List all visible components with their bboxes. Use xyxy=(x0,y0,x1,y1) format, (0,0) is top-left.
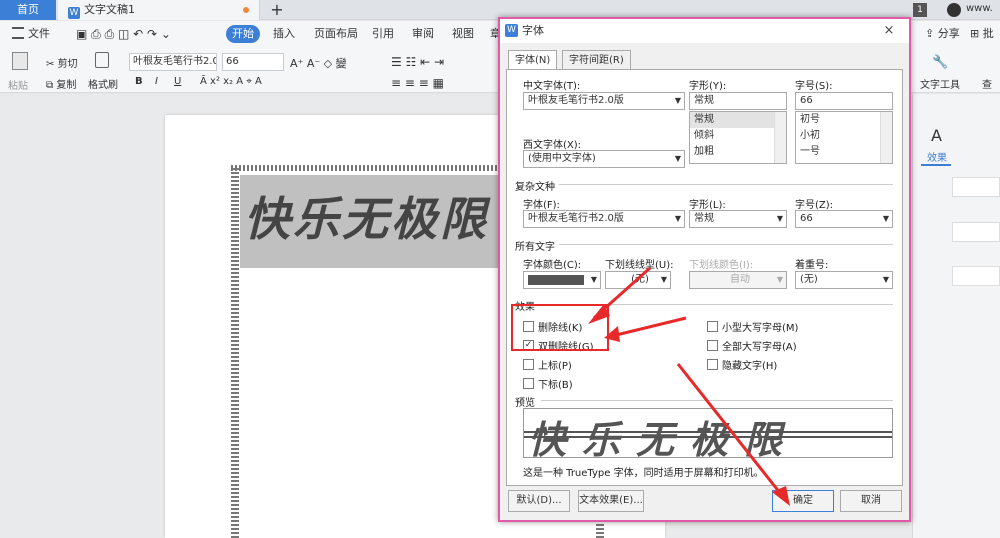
wps-writer-icon: W xyxy=(68,7,80,19)
paste-button[interactable]: 粘贴 xyxy=(8,77,28,92)
effect-option-1[interactable] xyxy=(952,177,1000,197)
annotation-arrows xyxy=(588,266,790,506)
complex-style-dropdown[interactable]: 常规 ▼ xyxy=(689,210,787,228)
list-item[interactable]: 初号 xyxy=(796,112,892,128)
tab-home[interactable]: 首页 xyxy=(0,0,56,20)
complex-size-label: 字号(Z): xyxy=(795,200,834,211)
scrollbar[interactable] xyxy=(880,112,892,163)
batch-icon: ⊞ xyxy=(970,27,983,40)
font-name-combo[interactable]: 叶根友毛笔行书2.0 xyxy=(129,53,217,71)
chevron-down-icon: ▼ xyxy=(674,214,681,223)
menu-review[interactable]: 审阅 xyxy=(412,26,434,42)
effect-option-3[interactable] xyxy=(952,266,1000,286)
chevron-down-icon: ▼ xyxy=(776,214,783,223)
unsaved-dot-icon xyxy=(243,7,249,13)
paste-icon[interactable] xyxy=(12,52,28,70)
complex-font-label: 字体(F): xyxy=(523,200,560,211)
cn-font-dropdown[interactable]: 叶根友毛笔行书2.0版 ▼ xyxy=(523,92,685,110)
complex-section-label: 复杂文种 xyxy=(515,182,555,193)
cn-font-label: 中文字体(T): xyxy=(523,81,581,92)
share-button[interactable]: ⇪ 分享 xyxy=(925,26,960,42)
dialog-title: 字体 xyxy=(522,24,544,37)
arrow-line xyxy=(676,363,786,499)
tab-document[interactable]: W 文字文稿1 xyxy=(58,0,260,20)
menu-icon[interactable] xyxy=(12,27,24,39)
menu-file[interactable]: 文件 xyxy=(28,26,50,42)
text-tools-icon[interactable]: 🔧 xyxy=(932,55,948,70)
chevron-down-icon: ▼ xyxy=(882,275,889,284)
menu-start[interactable]: 开始 xyxy=(226,25,260,43)
size-label: 字号(S): xyxy=(795,81,833,92)
arrow-head-icon xyxy=(772,486,790,506)
underline-button[interactable]: U xyxy=(174,76,181,87)
new-tab-button[interactable]: + xyxy=(268,0,286,20)
margin-marker-left xyxy=(231,168,239,538)
divider xyxy=(559,244,893,245)
menu-layout[interactable]: 页面布局 xyxy=(314,26,358,42)
font-size-combo[interactable]: 66 xyxy=(222,53,284,71)
grow-shrink-font-icons[interactable]: A⁺ A⁻ ◇ 變 xyxy=(290,55,347,71)
batch-button[interactable]: ⊞ 批 xyxy=(970,26,994,42)
scissors-icon: ✂ xyxy=(46,59,58,70)
effects-icon[interactable]: A xyxy=(931,126,942,145)
avatar[interactable] xyxy=(947,3,961,17)
cut-button[interactable]: ✂ 剪切 xyxy=(46,55,78,70)
menu-insert[interactable]: 插入 xyxy=(273,26,295,42)
effect-option-2[interactable] xyxy=(952,222,1000,242)
list-icons-row[interactable]: ☰ ☷ ⇤ ⇥ xyxy=(391,55,444,69)
emphasis-label: 着重号: xyxy=(795,260,829,271)
divider xyxy=(559,184,893,185)
list-item[interactable]: 一号 xyxy=(796,144,892,160)
chevron-down-icon: ▼ xyxy=(882,214,889,223)
complex-size-dropdown[interactable]: 66 ▼ xyxy=(795,210,893,228)
tab-font[interactable]: 字体(N) xyxy=(508,50,558,70)
west-font-label: 西文字体(X): xyxy=(523,140,582,151)
copy-icon: ⧉ xyxy=(46,80,57,91)
dialog-title-bar[interactable]: 字体 xyxy=(500,19,909,43)
format-painter-icon[interactable] xyxy=(95,52,109,68)
list-item[interactable]: 倾斜 xyxy=(690,128,786,144)
complex-font-dropdown[interactable]: 叶根友毛笔行书2.0版 ▼ xyxy=(523,210,685,228)
menu-reference[interactable]: 引用 xyxy=(372,26,394,42)
size-list[interactable]: 初号 小初 一号 xyxy=(795,111,893,164)
italic-button[interactable]: I xyxy=(155,76,158,87)
all-text-section-label: 所有文字 xyxy=(515,242,555,253)
share-icon: ⇪ xyxy=(925,27,938,40)
tab-character-spacing[interactable]: 字符间距(R) xyxy=(562,50,631,70)
quick-access-icons[interactable]: ▣ ⎙ ⎙ ◫ ↶ ↷ ⌄ xyxy=(76,26,171,42)
west-font-dropdown[interactable]: (使用中文字体) ▼ xyxy=(523,150,685,168)
chevron-down-icon: ▼ xyxy=(674,96,681,105)
style-input[interactable]: 常规 xyxy=(689,92,787,110)
tab-document-label: 文字文稿1 xyxy=(84,3,135,16)
margin-marker-top xyxy=(231,165,501,171)
style-list[interactable]: 常规 倾斜 加粗 xyxy=(689,111,787,164)
list-item[interactable]: 小初 xyxy=(796,128,892,144)
bold-button[interactable]: B xyxy=(135,76,143,87)
close-button[interactable]: × xyxy=(874,19,904,43)
copy-button[interactable]: ⧉ 复制 xyxy=(46,76,76,91)
user-name[interactable]: www. xyxy=(966,3,993,14)
window-count-badge[interactable]: 1 xyxy=(913,3,927,17)
complex-style-label: 字形(L): xyxy=(689,200,726,211)
size-input[interactable]: 66 xyxy=(795,92,893,110)
scrollbar[interactable] xyxy=(774,112,786,163)
chevron-down-icon: ▼ xyxy=(674,154,681,163)
list-item[interactable]: 常规 xyxy=(690,112,786,128)
effects-underline xyxy=(921,164,951,166)
menu-view[interactable]: 视图 xyxy=(452,26,474,42)
format-icons-row[interactable]: Ā x² x₂ A ⌖ A xyxy=(200,76,262,87)
effects-label[interactable]: 效果 xyxy=(927,149,947,164)
list-item[interactable]: 加粗 xyxy=(690,144,786,160)
align-icons-row[interactable]: ≡ ≡ ≡ ▦ xyxy=(391,76,444,90)
arrow-head-icon xyxy=(604,326,620,342)
right-pane: A 效果 xyxy=(912,94,1000,538)
arrow-line xyxy=(611,316,687,338)
emphasis-dropdown[interactable]: (无) ▼ xyxy=(795,271,893,289)
format-painter-button[interactable]: 格式刷 xyxy=(88,76,118,91)
text-tools-button[interactable]: 文字工具 xyxy=(920,76,960,91)
style-label: 字形(Y): xyxy=(689,81,727,92)
document-text[interactable]: 快乐无极限 xyxy=(244,183,500,249)
cancel-button[interactable]: 取消 xyxy=(840,490,902,512)
wps-dialog-icon: W xyxy=(505,24,518,37)
